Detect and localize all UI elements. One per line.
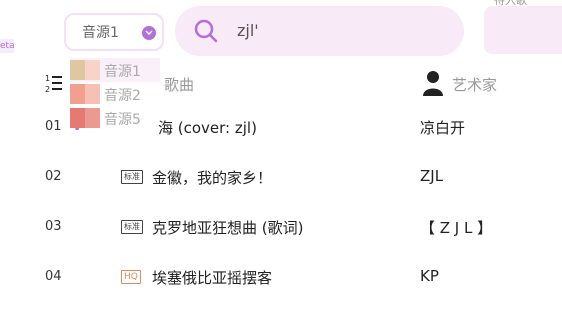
person-icon bbox=[423, 70, 443, 96]
row-number: 04 bbox=[45, 269, 62, 284]
song-title[interactable]: 埃塞俄比亚摇摆客 bbox=[152, 267, 272, 288]
source-option[interactable]: 音源5 bbox=[70, 106, 160, 130]
row-number: 03 bbox=[45, 219, 62, 234]
column-header-artist: 艺术家 bbox=[452, 76, 498, 94]
song-artist[interactable]: KP bbox=[420, 267, 439, 285]
source-swatch bbox=[70, 84, 100, 104]
column-header-title: 歌曲 bbox=[164, 76, 195, 94]
song-row[interactable]: 02 标准 金徽，我的家乡！ ZJL bbox=[0, 157, 562, 197]
quality-badge: 标准 bbox=[121, 220, 143, 234]
search-icon[interactable] bbox=[193, 18, 219, 44]
search-input[interactable] bbox=[237, 21, 437, 40]
queue-button[interactable] bbox=[484, 6, 562, 54]
source-option-label: 音源2 bbox=[104, 88, 141, 104]
song-title[interactable]: 克罗地亚狂想曲 (歌词) bbox=[152, 217, 303, 238]
quality-badge: HQ bbox=[121, 270, 141, 284]
song-row[interactable]: 03 标准 克罗地亚狂想曲 (歌词) 【 Z J L 】 bbox=[0, 207, 562, 247]
song-artist[interactable]: 凉白开 bbox=[420, 117, 465, 138]
queue-label: 待入歌 bbox=[494, 0, 527, 7]
edge-tag: eta bbox=[0, 39, 14, 53]
source-select[interactable]: 音源1 bbox=[64, 13, 164, 51]
source-option[interactable]: 音源1 bbox=[70, 58, 160, 82]
source-option-label: 音源5 bbox=[104, 112, 141, 128]
source-swatch bbox=[70, 60, 100, 80]
quality-badge: 标准 bbox=[121, 170, 143, 184]
song-title[interactable]: 海 (cover: zjl) bbox=[158, 117, 257, 138]
source-option[interactable]: 音源2 bbox=[70, 82, 160, 106]
source-option-label: 音源1 bbox=[104, 64, 141, 80]
chevron-down-icon[interactable] bbox=[142, 26, 156, 40]
song-title[interactable]: 金徽，我的家乡！ bbox=[152, 167, 272, 188]
song-row[interactable]: 04 HQ 埃塞俄比亚摇摆客 KP bbox=[0, 257, 562, 297]
svg-text:2: 2 bbox=[45, 85, 50, 93]
row-number: 02 bbox=[45, 169, 62, 184]
source-dropdown: 音源1 音源2 音源5 bbox=[70, 58, 160, 130]
song-artist[interactable]: 【 Z J L 】 bbox=[420, 217, 492, 238]
source-select-value: 音源1 bbox=[82, 25, 119, 41]
row-number: 01 bbox=[45, 119, 62, 134]
list-sort-icon[interactable]: 1 2 bbox=[45, 73, 63, 94]
svg-text:1: 1 bbox=[45, 74, 50, 83]
song-artist[interactable]: ZJL bbox=[420, 167, 443, 185]
search-box[interactable] bbox=[175, 6, 464, 56]
source-swatch bbox=[70, 108, 100, 128]
